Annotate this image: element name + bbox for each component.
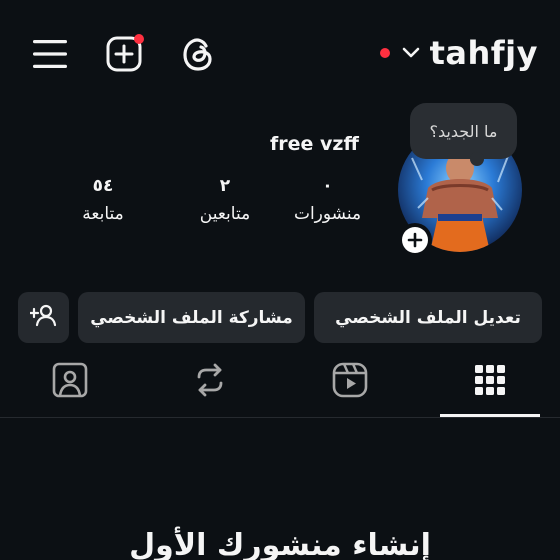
profile-tabs [0, 356, 560, 418]
tab-reposts[interactable] [160, 356, 260, 408]
account-switcher[interactable]: tahfjy [379, 30, 538, 76]
share-profile-label: مشاركة الملف الشخصي [90, 307, 293, 328]
followers-label: متابعين [199, 204, 251, 224]
edit-profile-label: تعديل الملف الشخصي [335, 307, 521, 328]
plus-icon [402, 227, 428, 253]
top-bar: tahfjy [0, 0, 560, 105]
posts-count: ٠ [322, 176, 333, 196]
followers-count: ٢ [219, 176, 231, 196]
create-plus-icon[interactable] [104, 34, 144, 74]
username[interactable]: tahfjy [430, 34, 538, 72]
notification-dot [134, 34, 144, 44]
following-count: ٥٤ [92, 176, 114, 196]
tab-reels[interactable] [300, 356, 400, 408]
posts-stat[interactable]: ٠ منشورات [285, 176, 370, 224]
empty-state-title: إنشاء منشورك الأول [129, 528, 431, 560]
edit-profile-button[interactable]: تعديل الملف الشخصي [314, 292, 542, 343]
followers-stat[interactable]: ٢ متابعين [165, 176, 285, 224]
chevron-down-icon[interactable] [402, 44, 420, 63]
following-stat[interactable]: ٥٤ متابعة [58, 176, 148, 224]
note-text: ما الجديد؟ [429, 121, 498, 141]
note-bubble[interactable]: ما الجديد؟ [410, 103, 517, 159]
discover-people-button[interactable] [18, 292, 69, 343]
tab-tagged[interactable] [20, 356, 120, 408]
grid-icon [474, 364, 506, 400]
hamburger-menu-icon[interactable] [30, 34, 70, 74]
threads-icon[interactable] [178, 34, 218, 74]
add-person-icon [28, 303, 58, 332]
reposts-icon [193, 363, 227, 401]
tab-grid[interactable] [440, 356, 540, 408]
tagged-icon [52, 362, 88, 402]
posts-label: منشورات [293, 204, 362, 224]
share-profile-button[interactable]: مشاركة الملف الشخصي [78, 292, 305, 343]
following-label: متابعة [82, 204, 124, 224]
display-name: free vzff [270, 133, 359, 155]
tabs-divider [0, 417, 560, 418]
notification-dot [379, 48, 390, 58]
note-bubble-tail [470, 152, 484, 166]
reels-icon [332, 362, 368, 402]
add-story-button[interactable] [398, 223, 432, 257]
